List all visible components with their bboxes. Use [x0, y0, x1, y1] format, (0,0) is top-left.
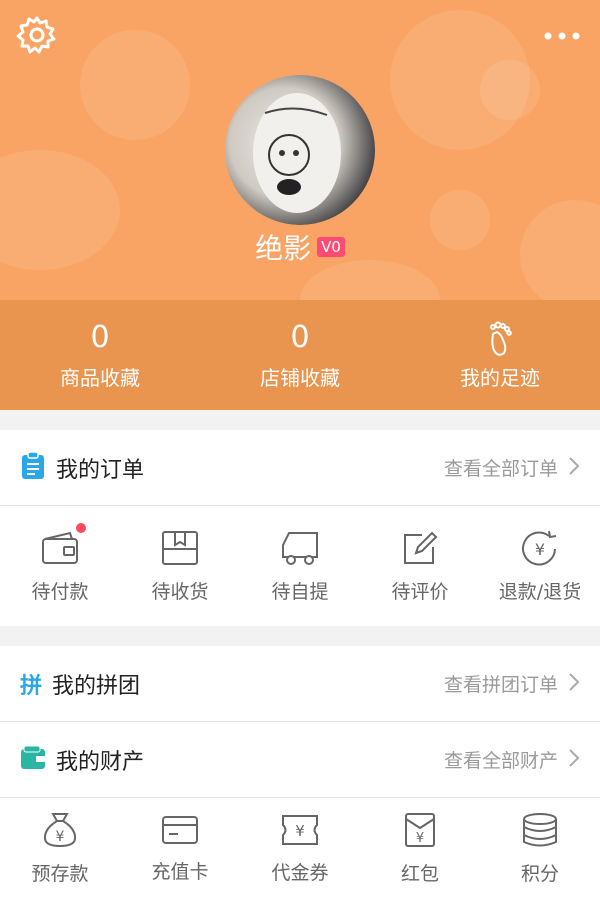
orders-header-row[interactable]: 我的订单 查看全部订单	[0, 430, 600, 506]
avatar[interactable]	[225, 75, 375, 225]
asset-label: 充值卡	[151, 860, 209, 883]
chevron-right-icon	[568, 456, 580, 480]
asset-prepaid-deposit[interactable]: ¥ 预存款	[0, 811, 120, 886]
package-icon	[160, 529, 200, 571]
svg-text:¥: ¥	[56, 829, 65, 845]
wallet-teal-icon	[20, 745, 46, 775]
view-group-orders-link[interactable]: 查看拼团订单	[444, 670, 558, 697]
pencil-edit-icon	[400, 529, 440, 571]
clipboard-icon	[20, 450, 46, 484]
truck-icon	[279, 529, 321, 571]
stat-label: 店铺收藏	[260, 365, 340, 390]
stats-band: 0 商品收藏 0 店铺收藏 我的足迹	[0, 300, 600, 410]
username[interactable]: 绝影	[255, 227, 311, 267]
stat-count: 0	[90, 319, 110, 355]
asset-label: 红包	[400, 862, 439, 885]
order-status-grid: 待付款 待收货 待自提 待评价 ¥ 退款/退货	[0, 506, 600, 626]
stat-label: 商品收藏	[60, 365, 140, 390]
coins-icon	[520, 811, 560, 853]
chevron-right-icon	[568, 672, 580, 696]
wallet-icon	[40, 522, 86, 571]
username-row: 绝影 V0	[0, 225, 600, 269]
view-all-orders-link[interactable]: 查看全部订单	[444, 454, 558, 481]
card-icon	[160, 813, 200, 851]
stat-my-footprints[interactable]: 我的足迹	[400, 300, 600, 410]
assets-grid: ¥ 预存款 充值卡 ¥ 代金券 ¥ 红包 积分	[0, 798, 600, 898]
stat-label: 我的足迹	[460, 365, 540, 390]
asset-voucher[interactable]: ¥ 代金券	[240, 812, 360, 885]
group-buy-row[interactable]: 拼 我的拼团 查看拼团订单	[0, 646, 600, 722]
more-options-icon[interactable]	[543, 28, 583, 42]
order-status-label: 退款/退货	[498, 580, 582, 603]
order-refund-return[interactable]: ¥ 退款/退货	[480, 529, 600, 604]
orders-title: 我的订单	[56, 457, 145, 483]
money-bag-icon: ¥	[40, 811, 80, 853]
footprint-icon	[485, 320, 515, 356]
asset-recharge-card[interactable]: 充值卡	[120, 813, 240, 884]
asset-points[interactable]: 积分	[480, 811, 600, 886]
asset-label: 预存款	[31, 862, 89, 885]
order-pending-review[interactable]: 待评价	[360, 529, 480, 604]
decor-bubble	[80, 30, 190, 140]
voucher-icon: ¥	[280, 812, 320, 852]
profile-header: 绝影 V0 0 商品收藏 0 店铺收藏 我的足迹	[0, 0, 600, 410]
asset-red-envelope[interactable]: ¥ 红包	[360, 811, 480, 886]
stat-count: 0	[290, 319, 310, 355]
svg-text:¥: ¥	[295, 822, 305, 840]
settings-gear-icon[interactable]	[16, 14, 58, 56]
decor-bubble	[390, 10, 530, 150]
order-pending-payment[interactable]: 待付款	[0, 522, 120, 604]
assets-title: 我的财产	[56, 749, 145, 775]
asset-label: 代金券	[271, 861, 329, 884]
order-pending-receipt[interactable]: 待收货	[120, 529, 240, 604]
refund-icon: ¥	[519, 529, 561, 571]
order-status-label: 待付款	[31, 580, 89, 603]
svg-text:¥: ¥	[535, 540, 545, 559]
red-envelope-icon: ¥	[402, 811, 438, 853]
asset-label: 积分	[520, 862, 559, 885]
group-buy-icon: 拼	[20, 673, 43, 699]
order-pending-pickup[interactable]: 待自提	[240, 529, 360, 604]
order-status-label: 待评价	[391, 580, 449, 603]
order-status-label: 待自提	[271, 580, 329, 603]
assets-header-row[interactable]: 我的财产 查看全部财产	[0, 722, 600, 798]
level-badge: V0	[317, 237, 345, 257]
notification-dot	[76, 522, 86, 533]
orders-card: 我的订单 查看全部订单 待付款 待收货 待自提 待评价 ¥ 退款/退货	[0, 430, 600, 626]
order-status-label: 待收货	[151, 580, 209, 603]
stat-store-favorites[interactable]: 0 店铺收藏	[200, 300, 400, 410]
svg-text:¥: ¥	[416, 831, 424, 846]
stat-product-favorites[interactable]: 0 商品收藏	[0, 300, 200, 410]
chevron-right-icon	[568, 748, 580, 772]
view-all-assets-link[interactable]: 查看全部财产	[444, 746, 558, 773]
group-buy-title: 我的拼团	[52, 673, 141, 699]
group-assets-card: 拼 我的拼团 查看拼团订单 我的财产 查看全部财产 ¥ 预存款 充值卡 ¥ 代金…	[0, 646, 600, 900]
